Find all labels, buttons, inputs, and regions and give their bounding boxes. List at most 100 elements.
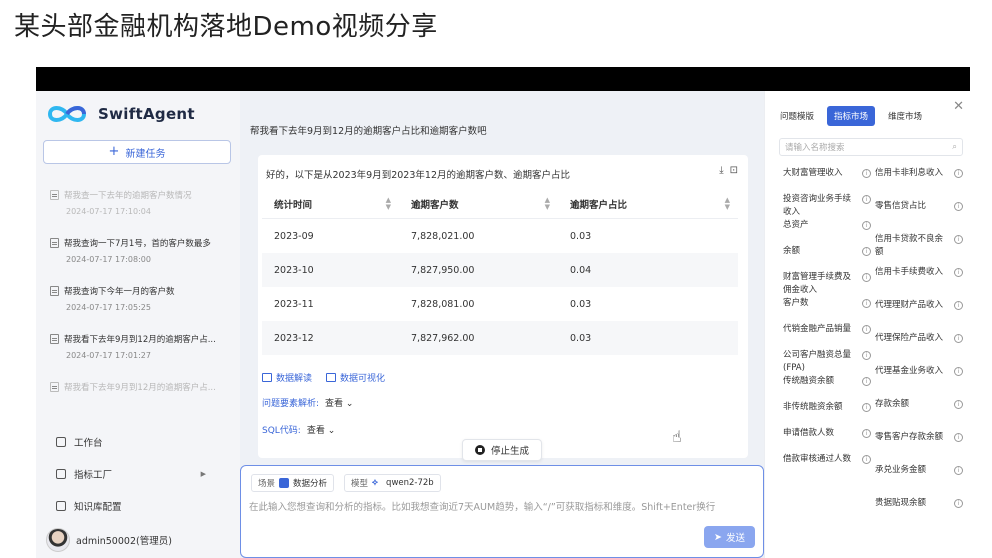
metric-item[interactable]: 大财富管理收入 i	[783, 167, 875, 193]
metric-item[interactable]: 贵据贴现余额 i	[875, 497, 967, 530]
metric-label: 代理保险产品收入	[875, 333, 944, 343]
new-task-label: 新建任务	[125, 148, 166, 160]
info-icon[interactable]: i	[954, 268, 963, 277]
table-cell: 0.03	[570, 230, 592, 242]
column-header[interactable]: 统计时间 ▲ ▼	[262, 196, 399, 211]
info-icon[interactable]: i	[954, 433, 963, 442]
export-icon[interactable]: ⊡	[730, 165, 738, 176]
chat-input-placeholder[interactable]: 在此输入您想查询和分析的指标。比如我想查询近7天AUM趋势，输入“/”可获取指标…	[249, 500, 719, 516]
info-icon[interactable]: i	[954, 466, 963, 475]
metric-item[interactable]: 承兑业务金额 i	[875, 464, 967, 497]
history-title: 帮我看下去年9月到12月的逾期客户占...	[64, 335, 216, 345]
info-icon[interactable]: i	[954, 169, 963, 178]
column-header[interactable]: 逾期客户数 ▲ ▼	[399, 196, 558, 211]
info-icon[interactable]: i	[862, 273, 871, 282]
metric-item[interactable]: 信用卡非利息收入 i	[875, 167, 967, 200]
metric-item[interactable]: 传统融资余额 i	[783, 375, 875, 401]
new-task-button[interactable]: + 新建任务	[43, 140, 231, 164]
info-icon[interactable]: i	[862, 403, 871, 412]
metric-item[interactable]: 非传统融资余额 i	[783, 401, 875, 427]
data-visualize-button[interactable]: 数据可视化	[326, 371, 385, 384]
table-cell: 0.03	[570, 332, 592, 344]
info-icon[interactable]: i	[862, 195, 871, 204]
scene-selector[interactable]: 场景 数据分析	[251, 474, 335, 492]
metric-item[interactable]: 财富管理手续费及佣金收入 i	[783, 271, 875, 297]
nav-item-workbench[interactable]: 工作台	[56, 426, 226, 458]
param-view-toggle[interactable]: 查看 ⌄	[325, 396, 353, 409]
history-item[interactable]: 帮我查询一下7月1号，首的客户数最多 2024-07-17 17:08:00	[50, 237, 236, 285]
metric-item[interactable]: 代理理财产品收入 i	[875, 299, 967, 332]
panel-tab[interactable]: 维度市场	[881, 106, 929, 126]
card-tools: ⤓ ⊡	[719, 165, 738, 176]
info-icon[interactable]: i	[954, 400, 963, 409]
metrics-panel: 问题模版 指标市场 维度市场 ✕ 请输入名称搜索 ⌕ 大财富管理收入 i 投资咨询业务手…	[764, 91, 970, 558]
download-icon[interactable]: ⤓	[719, 165, 723, 176]
close-icon[interactable]: ✕	[953, 99, 964, 114]
history-item[interactable]: 帮我看下去年9月到12月的逾期客户占...	[50, 381, 236, 429]
metric-item[interactable]: 存款余额 i	[875, 398, 967, 431]
metric-label: 代销金融产品销量	[783, 324, 852, 334]
info-icon[interactable]: i	[862, 247, 871, 256]
info-icon[interactable]: i	[954, 235, 963, 244]
model-selector[interactable]: 模型 ⟡ qwen2-72b	[344, 474, 441, 492]
info-icon[interactable]: i	[862, 299, 871, 308]
metric-item[interactable]: 客户数 i	[783, 297, 875, 323]
info-icon[interactable]: i	[862, 169, 871, 178]
column-header[interactable]: 逾期客户占比 ▲ ▼	[558, 196, 738, 211]
panel-tab[interactable]: 指标市场	[827, 106, 876, 126]
data-interpret-button[interactable]: 数据解读	[262, 371, 312, 384]
metric-item[interactable]: 零售信贷占比 i	[875, 200, 967, 233]
sidebar: SwiftAgent + 新建任务 帮我查一下去年的逾期客户数情况 2024-07…	[36, 91, 240, 558]
metric-item[interactable]: 公司客户融资总量(FPA) i	[783, 349, 875, 375]
metric-list: 大财富管理收入 i 投资咨询业务手续收入 i 总资产 i 余额 i 财富管理手续费及佣金收入 i 客…	[783, 167, 967, 530]
nav-item-kb-config[interactable]: 知识库配置	[56, 490, 226, 522]
metric-item[interactable]: 借款审核通过人数 i	[783, 453, 875, 479]
info-icon[interactable]: i	[862, 429, 871, 438]
info-icon[interactable]: i	[862, 325, 871, 334]
user-profile[interactable]: admin50002(管理员)	[46, 528, 172, 552]
info-icon[interactable]: i	[862, 377, 871, 386]
metric-item[interactable]: 代销金融产品销量 i	[783, 323, 875, 349]
info-icon[interactable]: i	[954, 367, 963, 376]
table-cell: 0.03	[570, 298, 592, 310]
history-item[interactable]: 帮我查询下今年一月的客户数 2024-07-17 17:05:25	[50, 285, 236, 333]
table-cell: 7,828,081.00	[411, 298, 475, 310]
history-time: 2024-07-17 17:05:25	[66, 303, 151, 312]
metric-item[interactable]: 总资产 i	[783, 219, 875, 245]
metric-item[interactable]: 信用卡手续费收入 i	[875, 266, 967, 299]
chat-input-box[interactable]: 场景 数据分析 模型 ⟡ qwen2-72b 在此输入您想查询和分析的指标。比如…	[240, 465, 764, 558]
info-icon[interactable]: i	[954, 301, 963, 310]
info-icon[interactable]: i	[862, 221, 871, 230]
metric-item[interactable]: 余额 i	[783, 245, 875, 271]
send-button[interactable]: ➤ 发送	[704, 526, 755, 548]
history-item[interactable]: 帮我看下去年9月到12月的逾期客户占... 2024-07-17 17:01:27	[50, 333, 236, 381]
metric-search-input[interactable]: 请输入名称搜索 ⌕	[779, 138, 963, 156]
plus-icon: +	[108, 144, 120, 159]
metric-item[interactable]: 投资咨询业务手续收入 i	[783, 193, 875, 219]
info-icon[interactable]: i	[862, 351, 871, 360]
nav-item-metrics-factory[interactable]: 指标工厂 ▶	[56, 458, 226, 490]
metric-item[interactable]: 申请借款人数 i	[783, 427, 875, 453]
table-row: 2023-09 7,828,021.00 0.03	[262, 219, 738, 253]
info-icon[interactable]: i	[862, 455, 871, 464]
info-icon[interactable]: i	[954, 334, 963, 343]
table-cell: 2023-11	[274, 298, 314, 310]
metric-label: 公司客户融资总量(FPA)	[783, 350, 852, 373]
metric-item[interactable]: 信用卡贷款不良余额 i	[875, 233, 967, 266]
infinity-logo-icon	[47, 106, 87, 122]
stop-generation-button[interactable]: 停止生成	[462, 439, 543, 461]
history-time: 2024-07-17 17:10:04	[66, 207, 151, 216]
history-item[interactable]: 帮我查一下去年的逾期客户数情况 2024-07-17 17:10:04	[50, 189, 236, 237]
metric-label: 贵据贴现余额	[875, 498, 927, 508]
panel-tabs: 问题模版 指标市场 维度市场	[773, 106, 929, 126]
panel-tab[interactable]: 问题模版	[773, 106, 821, 126]
metric-item[interactable]: 代理保险产品收入 i	[875, 332, 967, 365]
sql-view-toggle[interactable]: 查看 ⌄	[307, 423, 335, 436]
search-icon: ⌕	[952, 142, 957, 152]
result-table: 统计时间 ▲ ▼ 逾期客户数 ▲ ▼ 逾期客户占比 ▲ ▼ 2023-09 7,828,021…	[262, 189, 738, 355]
info-icon[interactable]: i	[954, 202, 963, 211]
metric-item[interactable]: 代理基金业务收入 i	[875, 365, 967, 398]
metric-label: 申请借款人数	[783, 428, 835, 438]
info-icon[interactable]: i	[954, 499, 963, 508]
metric-item[interactable]: 零售客户存款余额 i	[875, 431, 967, 464]
